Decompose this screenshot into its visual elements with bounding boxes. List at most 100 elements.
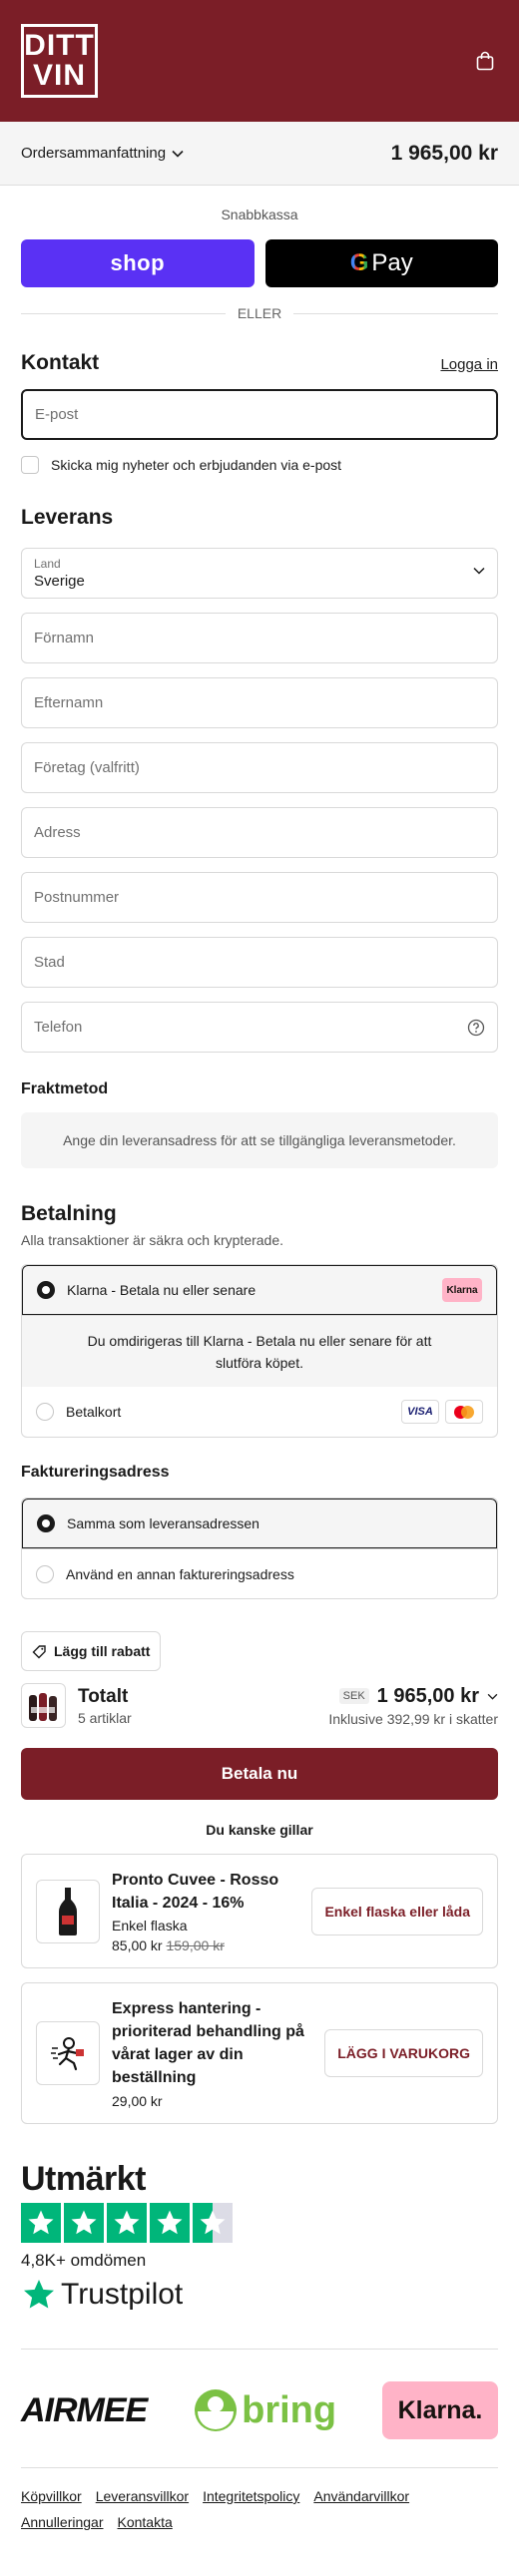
payment-title: Betalning (21, 1202, 117, 1225)
upsell-title: Du kanske gillar (206, 1822, 313, 1838)
pay-now-button[interactable]: Betala nu (21, 1748, 498, 1800)
footer-link-contact[interactable]: Kontakta (118, 2514, 173, 2530)
add-to-cart-button[interactable]: LÄGG I VARUKORG (324, 2029, 483, 2077)
shipping-method-title: Fraktmetod (21, 1080, 109, 1097)
chevron-down-icon[interactable] (487, 1693, 498, 1700)
add-discount-button[interactable]: Lägg till rabatt (21, 1631, 162, 1671)
newsletter-checkbox-row[interactable]: Skicka mig nyheter och erbjudanden via e… (21, 456, 498, 474)
partner-logos: AIRMEE bring Klarna. (21, 2365, 498, 2455)
billing-option-other[interactable]: Använd en annan faktureringsadress (22, 1548, 497, 1598)
total-amount: 1 965,00 kr (376, 1684, 479, 1707)
card-radio[interactable] (36, 1403, 54, 1421)
country-select[interactable]: Land Sverige (21, 548, 498, 599)
billing-options: Samma som leveransadressen Använd en ann… (21, 1498, 498, 1599)
footer-link-privacy[interactable]: Integritetspolicy (203, 2488, 299, 2504)
trustpilot-reviews: 4,8K+ omdömen (21, 2251, 147, 2270)
trustpilot-stars (21, 2203, 498, 2243)
upsell-product-variant: Enkel flaska (112, 1918, 188, 1933)
postal-code-field[interactable]: Postnummer (21, 872, 498, 923)
shop-pay-button[interactable]: shop (21, 239, 255, 287)
klarna-logo-text: Klarna. (397, 2395, 483, 2424)
total-title: Totalt (78, 1685, 129, 1707)
email-field[interactable]: E-post (21, 389, 498, 440)
upsell-product-name: Pronto Cuvee - Rosso Italia - 2024 - 16% (112, 1872, 279, 1912)
express-checkout-label: Snabbkassa (221, 207, 298, 222)
phone-placeholder: Telefon (34, 1019, 83, 1036)
klarna-detail: Du omdirigeras till Klarna - Betala nu e… (22, 1315, 497, 1387)
billing-other-label: Använd en annan faktureringsadress (66, 1565, 294, 1582)
country-label: Land (34, 557, 61, 571)
help-circle-icon[interactable] (467, 1019, 485, 1037)
last-name-placeholder: Efternamn (34, 694, 104, 711)
upsell-product-price: 29,00 kr (112, 2093, 163, 2109)
company-field[interactable]: Företag (valfritt) (21, 742, 498, 793)
trustpilot-widget[interactable]: Utmärkt 4,8K+ omdömen Trustpilot (21, 2160, 498, 2313)
order-summary-toggle[interactable]: Ordersammanfattning (21, 145, 184, 162)
billing-option-same[interactable]: Samma som leveransadressen (22, 1499, 497, 1548)
city-field[interactable]: Stad (21, 937, 498, 988)
pay-now-label: Betala nu (221, 1764, 298, 1783)
cart-product-thumbnail (21, 1683, 66, 1728)
company-placeholder: Företag (valfritt) (34, 759, 140, 776)
currency-badge: SEK (338, 1688, 369, 1704)
bring-mark-icon (195, 2389, 238, 2431)
add-discount-label: Lägg till rabatt (54, 1643, 151, 1659)
first-name-field[interactable]: Förnamn (21, 613, 498, 663)
google-pay-button[interactable]: G Pay (264, 239, 498, 287)
order-summary-bar[interactable]: Ordersammanfattning 1 965,00 kr (0, 122, 519, 186)
footer-links: Köpvillkor Leveransvillkor Integritetspo… (21, 2488, 498, 2554)
shipping-info-text: Ange din leveransadress för att se tillg… (63, 1132, 456, 1148)
bring-text: bring (242, 2388, 337, 2431)
payment-option-klarna[interactable]: Klarna - Betala nu eller senare Klarna (22, 1265, 497, 1315)
billing-same-radio[interactable] (37, 1514, 55, 1532)
country-value: Sverige (34, 573, 85, 590)
trustpilot-rating-word: Utmärkt (21, 2160, 146, 2198)
logo-line-2: VIN (32, 59, 86, 92)
tax-note: Inklusive 392,99 kr i skatter (328, 1710, 498, 1727)
express-handling-image (36, 2021, 100, 2085)
upsell-product-name: Express hantering - prioriterad behandli… (112, 2000, 304, 2086)
login-link[interactable]: Logga in (440, 356, 498, 373)
mastercard-icon (445, 1400, 483, 1424)
divider (21, 2467, 498, 2468)
upsell-compare-price: 159,00 kr (166, 1937, 225, 1953)
visa-text: VISA (407, 1406, 433, 1418)
newsletter-checkbox[interactable] (21, 456, 39, 474)
logo[interactable]: DITT VIN (21, 24, 98, 98)
or-divider: ELLER (21, 305, 499, 321)
phone-field[interactable]: Telefon (21, 1002, 498, 1053)
billing-title: Faktureringsadress (21, 1464, 170, 1481)
klarna-badge-text: Klarna (446, 1284, 478, 1296)
upsell-card: Express hantering - prioriterad behandli… (21, 1982, 498, 2124)
upsell-option-label: Enkel flaska eller låda (324, 1903, 470, 1920)
payment-option-card[interactable]: Betalkort VISA (22, 1387, 497, 1437)
order-summary-total: 1 965,00 kr (390, 141, 498, 165)
footer-link-user-terms[interactable]: Användarvillkor (313, 2488, 409, 2504)
klarna-logo: Klarna. (382, 2381, 498, 2439)
footer-link-cancellations[interactable]: Annulleringar (21, 2514, 104, 2530)
shopping-bag-icon[interactable] (472, 48, 498, 74)
klarna-label: Klarna - Betala nu eller senare (67, 1282, 257, 1298)
billing-other-radio[interactable] (36, 1564, 54, 1583)
newsletter-label: Skicka mig nyheter och erbjudanden via e… (51, 457, 342, 473)
klarna-radio[interactable] (37, 1281, 55, 1299)
google-g-icon: G (349, 249, 369, 276)
trustpilot-brand: Trustpilot (61, 2278, 184, 2311)
shop-pay-label: shop (110, 250, 166, 275)
payment-options: Klarna - Betala nu eller senare Klarna D… (21, 1264, 498, 1438)
last-name-field[interactable]: Efternamn (21, 677, 498, 728)
footer-link-terms[interactable]: Köpvillkor (21, 2488, 82, 2504)
order-summary-label: Ordersammanfattning (21, 145, 167, 162)
half-star-icon (193, 2203, 233, 2243)
footer-link-delivery[interactable]: Leveransvillkor (96, 2488, 189, 2504)
address-field[interactable]: Adress (21, 807, 498, 858)
email-placeholder: E-post (35, 406, 79, 423)
add-to-cart-label: LÄGG I VARUKORG (337, 2045, 470, 2061)
airmee-text: AIRMEE (21, 2390, 148, 2429)
trustpilot-logo: Trustpilot (21, 2277, 498, 2313)
upsell-card: Pronto Cuvee - Rosso Italia - 2024 - 16%… (21, 1854, 498, 1968)
upsell-option-button[interactable]: Enkel flaska eller låda (311, 1887, 483, 1935)
star-icon (150, 2203, 190, 2243)
total-summary: Totalt 5 artiklar SEK 1 965,00 kr Inklus… (21, 1683, 498, 1728)
first-name-placeholder: Förnamn (34, 630, 95, 646)
